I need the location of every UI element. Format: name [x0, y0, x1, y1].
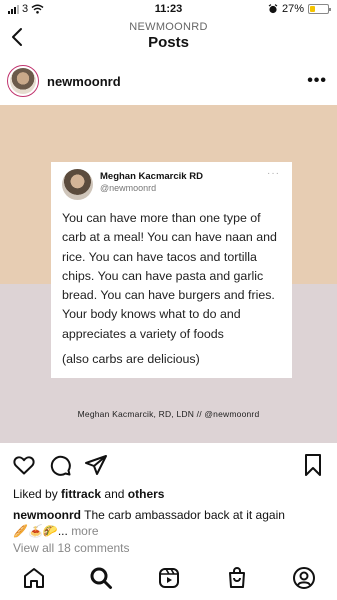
- caption: newmoonrd The carb ambassador back at it…: [13, 507, 329, 539]
- image-credit: Meghan Kacmarcik, RD, LDN // @newmoonrd: [77, 409, 260, 419]
- post-image[interactable]: Meghan Kacmarcik RD @newmoonrd ··· You c…: [0, 105, 337, 443]
- tweet-aside: (also carbs are delicious): [62, 352, 200, 366]
- caption-text: The carb ambassador back at it again: [84, 508, 285, 522]
- tweet-text: You can have more than one type of carb …: [62, 211, 277, 341]
- post-header: newmoonrd •••: [0, 62, 337, 102]
- post-username[interactable]: newmoonrd: [47, 74, 121, 89]
- header-username: NEWMOONRD: [129, 21, 208, 33]
- caption-username[interactable]: newmoonrd: [13, 508, 81, 522]
- tweet-more-icon: ···: [267, 168, 280, 179]
- post-actions: [0, 452, 337, 478]
- share-icon[interactable]: [84, 453, 108, 477]
- heart-icon[interactable]: [12, 453, 36, 477]
- tweet-avatar: [62, 169, 93, 200]
- avatar[interactable]: [7, 65, 39, 97]
- battery-icon: [308, 4, 331, 14]
- page-title: Posts: [148, 34, 189, 51]
- comment-icon[interactable]: [48, 453, 72, 477]
- caption-ellipsis: ...: [57, 524, 68, 538]
- tweet-card: Meghan Kacmarcik RD @newmoonrd ··· You c…: [51, 162, 292, 378]
- reels-icon[interactable]: [157, 566, 181, 590]
- more-icon[interactable]: •••: [307, 72, 327, 90]
- caption-more-link[interactable]: more: [71, 524, 98, 538]
- status-bar: 3 11:23 27%: [0, 0, 337, 18]
- tweet-author-name: Meghan Kacmarcik RD: [100, 171, 203, 182]
- bookmark-icon[interactable]: [302, 453, 324, 477]
- battery-percent: 27%: [281, 3, 304, 15]
- view-comments-link[interactable]: View all 18 comments: [13, 541, 130, 555]
- home-icon[interactable]: [22, 566, 46, 590]
- alarm-icon: [268, 4, 278, 14]
- bottom-nav: [0, 556, 337, 600]
- likes-line: Liked by fittrack and others: [13, 487, 164, 501]
- likes-and: and: [104, 487, 125, 501]
- likes-prefix: Liked by: [13, 487, 58, 501]
- shop-icon[interactable]: [225, 566, 249, 590]
- profile-icon[interactable]: [292, 566, 316, 590]
- likes-others-link[interactable]: others: [128, 487, 165, 501]
- caption-emoji: 🥖🍝🌮: [13, 524, 58, 538]
- tweet-author-handle: @newmoonrd: [100, 183, 157, 193]
- top-header: NEWMOONRD Posts: [0, 18, 337, 58]
- search-icon[interactable]: [89, 566, 113, 590]
- likes-user-link[interactable]: fittrack: [61, 487, 101, 501]
